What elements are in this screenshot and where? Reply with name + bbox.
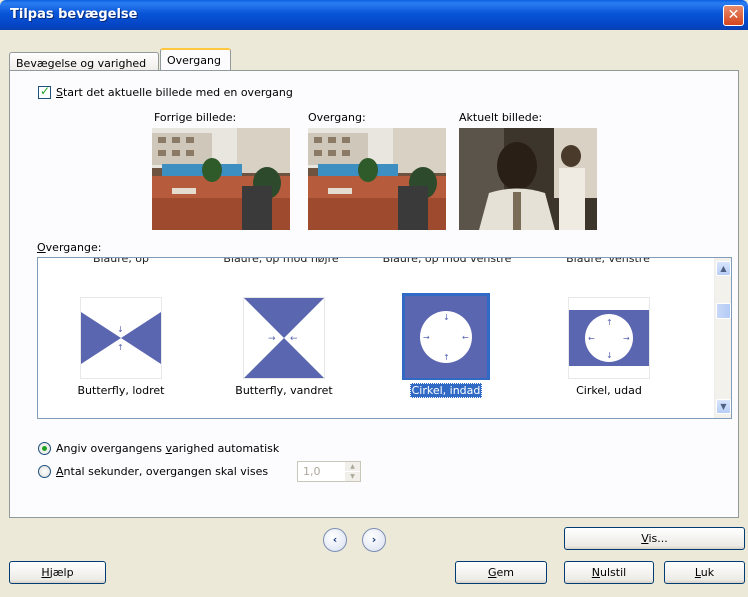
window-title: Tilpas bevægelse	[10, 7, 138, 22]
chevron-down-icon: ▼	[350, 473, 355, 480]
chevron-down-icon: ▼	[720, 402, 727, 411]
current-image-preview	[459, 128, 597, 230]
circle-out-icon: ↑ ↓ ← →	[569, 310, 649, 366]
svg-text:↓: ↓	[606, 351, 613, 360]
dialog-window: Tilpas bevægelse ✕ Bevægelse og varighed…	[0, 0, 748, 597]
seconds-value: 1,0	[303, 465, 321, 478]
transition-caption: Butterfly, lodret	[77, 384, 165, 397]
spinner-up-button[interactable]: ▲	[345, 462, 360, 471]
svg-text:→: →	[423, 333, 430, 342]
duration-manual-radio[interactable]	[38, 465, 51, 478]
chevron-up-icon: ▲	[720, 264, 727, 273]
accelerator-letter: O	[37, 241, 46, 254]
check-icon: ✓	[40, 84, 51, 98]
start-transition-label[interactable]: Start det aktuelle billede med en overga…	[56, 86, 293, 99]
reset-button[interactable]: Nulstil	[564, 561, 654, 584]
svg-text:↑: ↑	[443, 353, 450, 362]
svg-text:→: →	[623, 334, 630, 343]
partial-caption: Blaure, venstre	[566, 257, 650, 265]
next-button[interactable]: ›	[362, 528, 386, 552]
transition-caption: Cirkel, udad	[576, 384, 642, 397]
svg-text:←: ←	[588, 334, 595, 343]
transition-item-circle-out[interactable]: ↑ ↓ ← →	[568, 297, 650, 379]
transition-preview-label: Overgang:	[308, 111, 366, 124]
previous-button[interactable]: ‹	[323, 528, 347, 552]
tab-transition[interactable]: Overgang	[160, 48, 231, 72]
chevron-left-icon: ‹	[332, 533, 338, 546]
butterfly-vertical-icon: ↓ ↑	[81, 312, 161, 364]
transition-caption: Butterfly, vandret	[235, 384, 333, 397]
accelerator-letter: S	[56, 86, 63, 99]
transitions-list[interactable]: Blaure, op Blaure, op mod højre Blaure, …	[37, 257, 732, 419]
scroll-thumb[interactable]	[716, 303, 731, 319]
previous-image-preview	[152, 128, 290, 230]
svg-text:↓: ↓	[117, 325, 124, 334]
label-text: vergange:	[45, 241, 102, 254]
scroll-down-button[interactable]: ▼	[716, 399, 731, 414]
transition-preview	[308, 128, 446, 230]
help-button[interactable]: Hjælp	[9, 561, 106, 584]
duration-auto-radio[interactable]	[38, 442, 51, 455]
chevron-right-icon: ›	[371, 533, 377, 546]
duration-auto-label[interactable]: Angiv overgangens varighed automatisk	[56, 442, 279, 455]
radio-dot	[42, 446, 47, 451]
transition-item-butterfly-horizontal[interactable]: → ←	[243, 297, 325, 379]
svg-text:→: →	[268, 334, 276, 344]
tab-label: Bevægelse og varighed	[16, 57, 147, 70]
current-image-label: Aktuelt billede:	[459, 111, 543, 124]
save-button[interactable]: Gem	[455, 561, 547, 584]
close-icon: ✕	[727, 7, 740, 23]
svg-text:←: ←	[462, 333, 469, 342]
svg-text:↑: ↑	[117, 343, 124, 352]
chevron-up-icon: ▲	[350, 463, 355, 470]
duration-manual-label[interactable]: Antal sekunder, overgangen skal vises	[56, 465, 268, 478]
transition-item-butterfly-vertical[interactable]: ↓ ↑	[80, 297, 162, 379]
label-text: tart det aktuelle billede med en overgan…	[62, 86, 293, 99]
circle-in-icon: ↓ ↑ → ←	[405, 296, 487, 378]
partial-caption: Blaure, op mod venstre	[382, 257, 512, 265]
show-button[interactable]: Vis...	[564, 527, 745, 550]
transitions-label: Overgange:	[37, 241, 101, 254]
transition-caption-selected: Cirkel, indad	[409, 383, 483, 398]
svg-text:↑: ↑	[606, 318, 613, 327]
transition-item-circle-in[interactable]: ↓ ↑ → ←	[405, 296, 487, 378]
seconds-spinner[interactable]: 1,0 ▲ ▼	[297, 461, 361, 482]
partial-caption: Blaure, op	[92, 257, 150, 265]
butterfly-horizontal-icon: → ←	[244, 298, 324, 378]
partial-caption: Blaure, op mod højre	[223, 257, 339, 265]
title-bar[interactable]: Tilpas bevægelse ✕	[0, 0, 748, 30]
spinner-down-button[interactable]: ▼	[345, 472, 360, 481]
start-transition-checkbox[interactable]: ✓	[38, 84, 51, 99]
previous-image-label: Forrige billede:	[154, 111, 237, 124]
close-button[interactable]: Luk	[664, 561, 745, 584]
list-scrollbar[interactable]: ▲ ▼	[714, 258, 731, 418]
svg-text:←: ←	[290, 334, 298, 344]
accelerator-letter: A	[56, 465, 64, 478]
tab-label: Overgang	[167, 54, 221, 67]
scroll-up-button[interactable]: ▲	[716, 261, 731, 276]
close-window-button[interactable]: ✕	[723, 5, 744, 26]
svg-text:↓: ↓	[443, 313, 450, 322]
